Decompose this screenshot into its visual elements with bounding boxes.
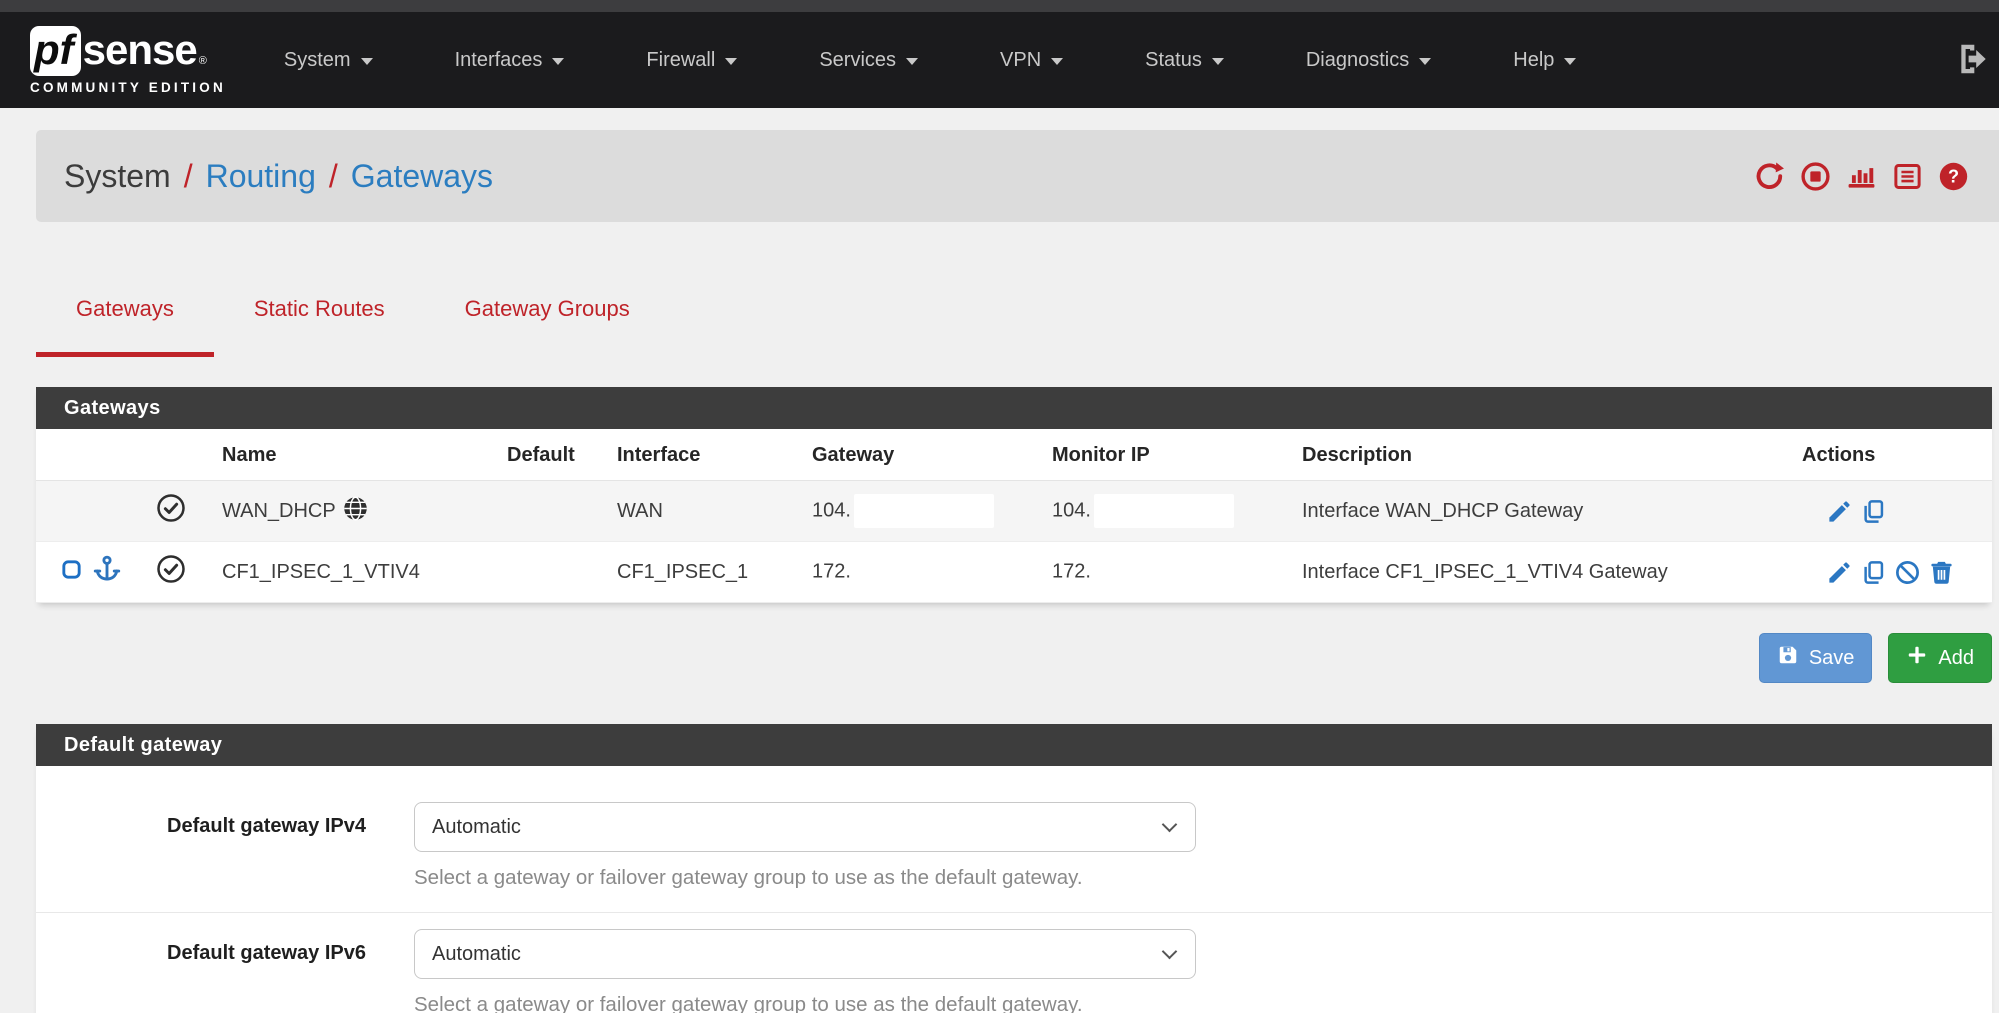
col-default: Default (495, 429, 605, 481)
breadcrumb-link-routing[interactable]: Routing (206, 158, 316, 195)
gateway-description: Interface WAN_DHCP Gateway (1290, 481, 1790, 542)
col-actions: Actions (1790, 429, 1992, 481)
sign-out-icon[interactable] (1955, 40, 1993, 83)
save-button[interactable]: Save (1759, 633, 1873, 683)
default-gateway-panel-title: Default gateway (36, 724, 1992, 766)
save-disk-icon (1777, 644, 1799, 672)
add-button[interactable]: Add (1888, 633, 1992, 683)
copy-icon[interactable] (1860, 498, 1887, 525)
default-gateway-ipv6-select[interactable]: Automatic (414, 929, 1196, 979)
page-header-bar: System / Routing / Gateways ? (36, 130, 1999, 222)
caret-down-icon (1564, 58, 1576, 65)
caret-down-icon (906, 58, 918, 65)
monitor-ip: 104. (1052, 499, 1091, 521)
nav-item-diagnostics[interactable]: Diagnostics (1306, 49, 1431, 72)
col-gateway: Gateway (800, 429, 1040, 481)
stop-circle-icon[interactable] (1800, 161, 1831, 192)
gateway-default (495, 481, 605, 542)
globe-icon (342, 495, 369, 528)
gateways-table: Name Default Interface Gateway Monitor I… (36, 429, 1992, 603)
pfsense-logo[interactable]: pf sense ® COMMUNITY EDITION (30, 26, 226, 95)
page-action-icons: ? (1754, 161, 1969, 192)
caret-down-icon (361, 58, 373, 65)
status-online-icon (156, 506, 186, 528)
field-help-text: Select a gateway or failover gateway gro… (414, 993, 1196, 1013)
gateway-description: Interface CF1_IPSEC_1_VTIV4 Gateway (1290, 542, 1790, 603)
caret-down-icon (725, 58, 737, 65)
table-row-cf1-ipsec: CF1_IPSEC_1_VTIV4 CF1_IPSEC_1 172. 172. … (36, 542, 1992, 603)
plus-icon (1906, 644, 1928, 672)
redaction-box (854, 555, 994, 589)
delete-icon[interactable] (1928, 559, 1955, 586)
tab-bar: Gateways Static Routes Gateway Groups (36, 296, 1999, 357)
log-list-icon[interactable] (1892, 161, 1923, 192)
gateway-interface: WAN (605, 481, 800, 542)
default-gateway-panel: Default gateway Default gateway IPv4 Aut… (36, 724, 1992, 1013)
refresh-icon[interactable] (1754, 161, 1785, 192)
gateway-name: CF1_IPSEC_1_VTIV4 (210, 542, 495, 603)
main-navbar: pf sense ® COMMUNITY EDITION System Inte… (0, 12, 1999, 108)
gateway-interface: CF1_IPSEC_1 (605, 542, 800, 603)
redaction-box (1094, 494, 1234, 528)
breadcrumb-separator: / (184, 158, 193, 195)
tab-gateway-groups[interactable]: Gateway Groups (425, 296, 670, 357)
tab-static-routes[interactable]: Static Routes (214, 296, 425, 357)
logo-subtitle: COMMUNITY EDITION (30, 80, 226, 95)
bar-chart-icon[interactable] (1846, 161, 1877, 192)
caret-down-icon (1212, 58, 1224, 65)
field-label: Default gateway IPv4 (36, 802, 366, 890)
help-circle-icon[interactable]: ? (1938, 161, 1969, 192)
gateways-panel-title: Gateways (36, 387, 1992, 429)
nav-menu: System Interfaces Firewall Services VPN … (284, 49, 1576, 72)
nav-item-firewall[interactable]: Firewall (646, 49, 737, 72)
redaction-box (854, 494, 994, 528)
gateways-panel: Gateways Name Default Interface Gateway … (36, 387, 1992, 603)
table-row-wan-dhcp: WAN_DHCP WAN 104. 104. Interface WAN_DHC… (36, 481, 1992, 542)
tab-gateways[interactable]: Gateways (36, 296, 214, 357)
browser-top-strip (0, 0, 1999, 12)
col-interface: Interface (605, 429, 800, 481)
nav-item-vpn[interactable]: VPN (1000, 49, 1063, 72)
caret-down-icon (1051, 58, 1063, 65)
copy-icon[interactable] (1860, 559, 1887, 586)
field-default-gateway-ipv6: Default gateway IPv6 Automatic Select a … (36, 912, 1992, 1013)
default-gateway-ipv4-select[interactable]: Automatic (414, 802, 1196, 852)
edit-icon[interactable] (1826, 559, 1853, 586)
col-name: Name (210, 429, 495, 481)
col-monitor-ip: Monitor IP (1040, 429, 1290, 481)
breadcrumb-section: System (64, 158, 171, 195)
caret-down-icon (1419, 58, 1431, 65)
col-description: Description (1290, 429, 1790, 481)
square-icon (60, 558, 83, 587)
anchor-icon (92, 554, 122, 590)
logo-sense-text: sense (83, 26, 197, 74)
monitor-ip: 172. (1052, 560, 1091, 582)
nav-item-interfaces[interactable]: Interfaces (455, 49, 565, 72)
nav-item-system[interactable]: System (284, 49, 373, 72)
field-default-gateway-ipv4: Default gateway IPv4 Automatic Select a … (36, 766, 1992, 912)
gateway-name: WAN_DHCP (222, 500, 336, 523)
caret-down-icon (552, 58, 564, 65)
svg-text:?: ? (1948, 166, 1959, 186)
disable-icon[interactable] (1894, 559, 1921, 586)
nav-item-status[interactable]: Status (1145, 49, 1224, 72)
breadcrumb-link-gateways[interactable]: Gateways (351, 158, 493, 195)
gateway-ip: 104. (812, 499, 851, 521)
field-help-text: Select a gateway or failover gateway gro… (414, 866, 1196, 890)
gateway-default (495, 542, 605, 603)
table-header-row: Name Default Interface Gateway Monitor I… (36, 429, 1992, 481)
gateway-ip: 172. (812, 560, 851, 582)
logo-registered-mark: ® (199, 55, 207, 67)
nav-item-services[interactable]: Services (819, 49, 918, 72)
logo-pf-tile: pf (30, 26, 81, 76)
status-online-icon (156, 567, 186, 589)
form-buttons: Save Add (36, 633, 1992, 683)
nav-item-help[interactable]: Help (1513, 49, 1576, 72)
edit-icon[interactable] (1826, 498, 1853, 525)
breadcrumb-separator: / (329, 158, 338, 195)
breadcrumb: System / Routing / Gateways (64, 158, 493, 195)
redaction-box (1094, 555, 1234, 589)
field-label: Default gateway IPv6 (36, 929, 366, 1013)
